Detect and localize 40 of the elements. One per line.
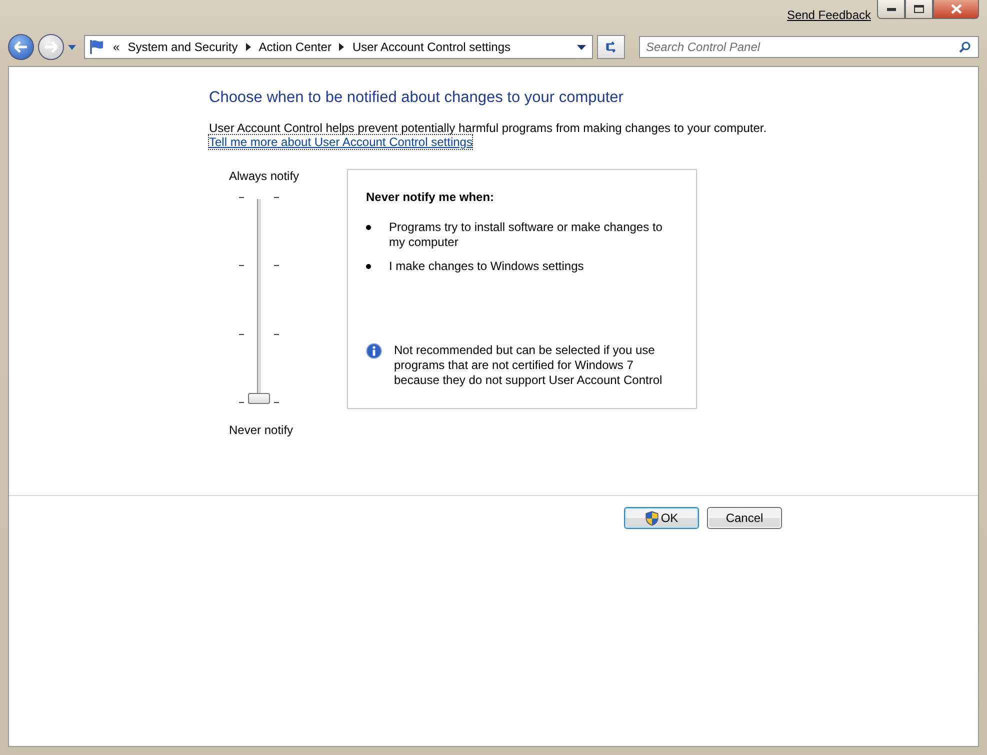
back-button[interactable] (8, 34, 34, 60)
chevron-right-icon[interactable] (246, 43, 251, 51)
close-icon (950, 4, 962, 14)
ok-button[interactable]: OK (624, 507, 699, 529)
slider-top-label: Always notify (229, 169, 300, 183)
dropdown-arrow-icon[interactable] (577, 44, 586, 50)
info-icon (366, 343, 382, 359)
chevron-right-icon[interactable] (339, 43, 344, 51)
flag-icon (89, 39, 105, 55)
panel-title: Never notify me when: (366, 190, 496, 204)
bullet-icon (366, 264, 371, 269)
bullet-text: I make changes to Windows settings (389, 259, 584, 274)
close-button[interactable] (933, 0, 979, 19)
overflow-chevron[interactable]: « (113, 40, 120, 54)
help-link[interactable]: Tell me more about User Account Control settings (209, 135, 472, 149)
page-heading: Choose when to be notified about changes to your computer (209, 89, 624, 107)
breadcrumb-item[interactable]: User Account Control settings (352, 40, 511, 54)
send-feedback-link[interactable]: Send Feedback (786, 8, 871, 22)
refresh-icon (604, 41, 618, 53)
description-text: User Account Control helps prevent potentially harmful programs from making changes to your computer. (209, 121, 768, 135)
note-text: Not recommended but can be selected if you use programs that are not certified for Windows 7 because they do not support User Account Control (394, 343, 664, 388)
cancel-button[interactable]: Cancel (707, 507, 782, 529)
slider-bottom-label: Never notify (229, 423, 294, 437)
minimize-icon (886, 8, 896, 10)
slider-thumb[interactable] (248, 393, 270, 404)
bullet-text: Programs try to install software or make changes to my computer (389, 220, 664, 250)
breadcrumb-item[interactable]: System and Security (128, 40, 238, 54)
arrow-right-icon (44, 41, 58, 53)
arrow-left-icon (14, 41, 28, 53)
breadcrumb-item[interactable]: Action Center (258, 40, 332, 54)
address-bar[interactable]: « System and Security Action Center User Account Control settings (84, 35, 593, 59)
shield-icon (644, 510, 659, 526)
bullet-icon (366, 225, 371, 230)
forward-button[interactable] (38, 34, 64, 60)
maximize-icon (914, 5, 924, 13)
refresh-button[interactable] (597, 35, 625, 59)
minimize-button[interactable] (877, 0, 905, 19)
maximize-button[interactable] (905, 0, 933, 19)
search-field[interactable]: Search Control Panel (639, 36, 979, 58)
search-icon[interactable] (959, 41, 971, 53)
